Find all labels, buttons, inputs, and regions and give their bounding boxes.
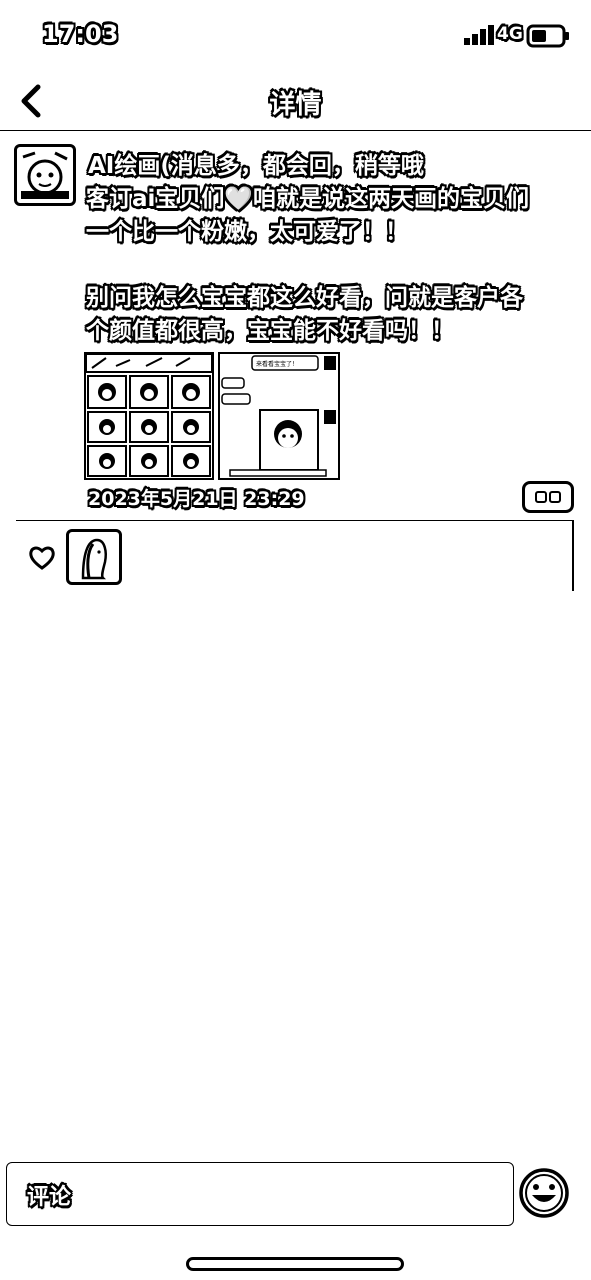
post-image-chat[interactable]: 来看看宝宝了！ — [218, 352, 340, 480]
nav-bar: 详情 — [0, 72, 591, 131]
comment-placeholder: 评论 — [27, 1185, 72, 1210]
collage-illustration — [86, 354, 212, 477]
post-image-collage[interactable] — [84, 352, 214, 480]
post-text: 客订ai宝贝们🤍咱就是说这两天画的宝贝们 一个比一个粉嫩，太可爱了！！ 别问我怎… — [86, 183, 568, 348]
battery-icon — [526, 24, 569, 48]
liker-avatar-illustration — [81, 538, 107, 580]
post-text-line: 客订ai宝贝们🤍咱就是说这两天画的宝贝们 — [86, 186, 530, 212]
avatar-illustration — [21, 151, 69, 199]
status-time: 17:03 — [42, 20, 119, 48]
chat-bubble-text: 来看看宝宝了！ — [256, 360, 298, 368]
status-bar: 17:03 4G — [0, 0, 591, 72]
more-options-button[interactable] — [522, 481, 574, 513]
network-label: 4G — [497, 24, 523, 44]
emoji-icon[interactable] — [518, 1167, 570, 1219]
likes-section — [16, 520, 574, 591]
more-dots-icon — [535, 491, 561, 503]
post-date: 2023年5月21日 23:29 — [88, 488, 305, 510]
page-title: 详情 — [269, 90, 322, 120]
post-text-line: 个颜值都很高，宝宝能不好看吗！！ — [86, 318, 454, 344]
signal-icon — [464, 25, 494, 45]
home-indicator[interactable] — [186, 1257, 404, 1271]
post-text-line: 别问我怎么宝宝都这么好看，问就是客户各 — [86, 285, 523, 311]
author-avatar[interactable] — [14, 144, 76, 206]
post-text-line: 一个比一个粉嫩，太可爱了！！ — [86, 219, 408, 245]
comment-input[interactable]: 评论 — [6, 1162, 514, 1226]
chat-illustration: 来看看宝宝了！ — [221, 355, 336, 477]
liker-avatar[interactable] — [66, 529, 122, 585]
post-author[interactable]: AI绘画(消息多，都会回，稍等哦 — [88, 146, 424, 180]
heart-icon — [29, 546, 55, 570]
